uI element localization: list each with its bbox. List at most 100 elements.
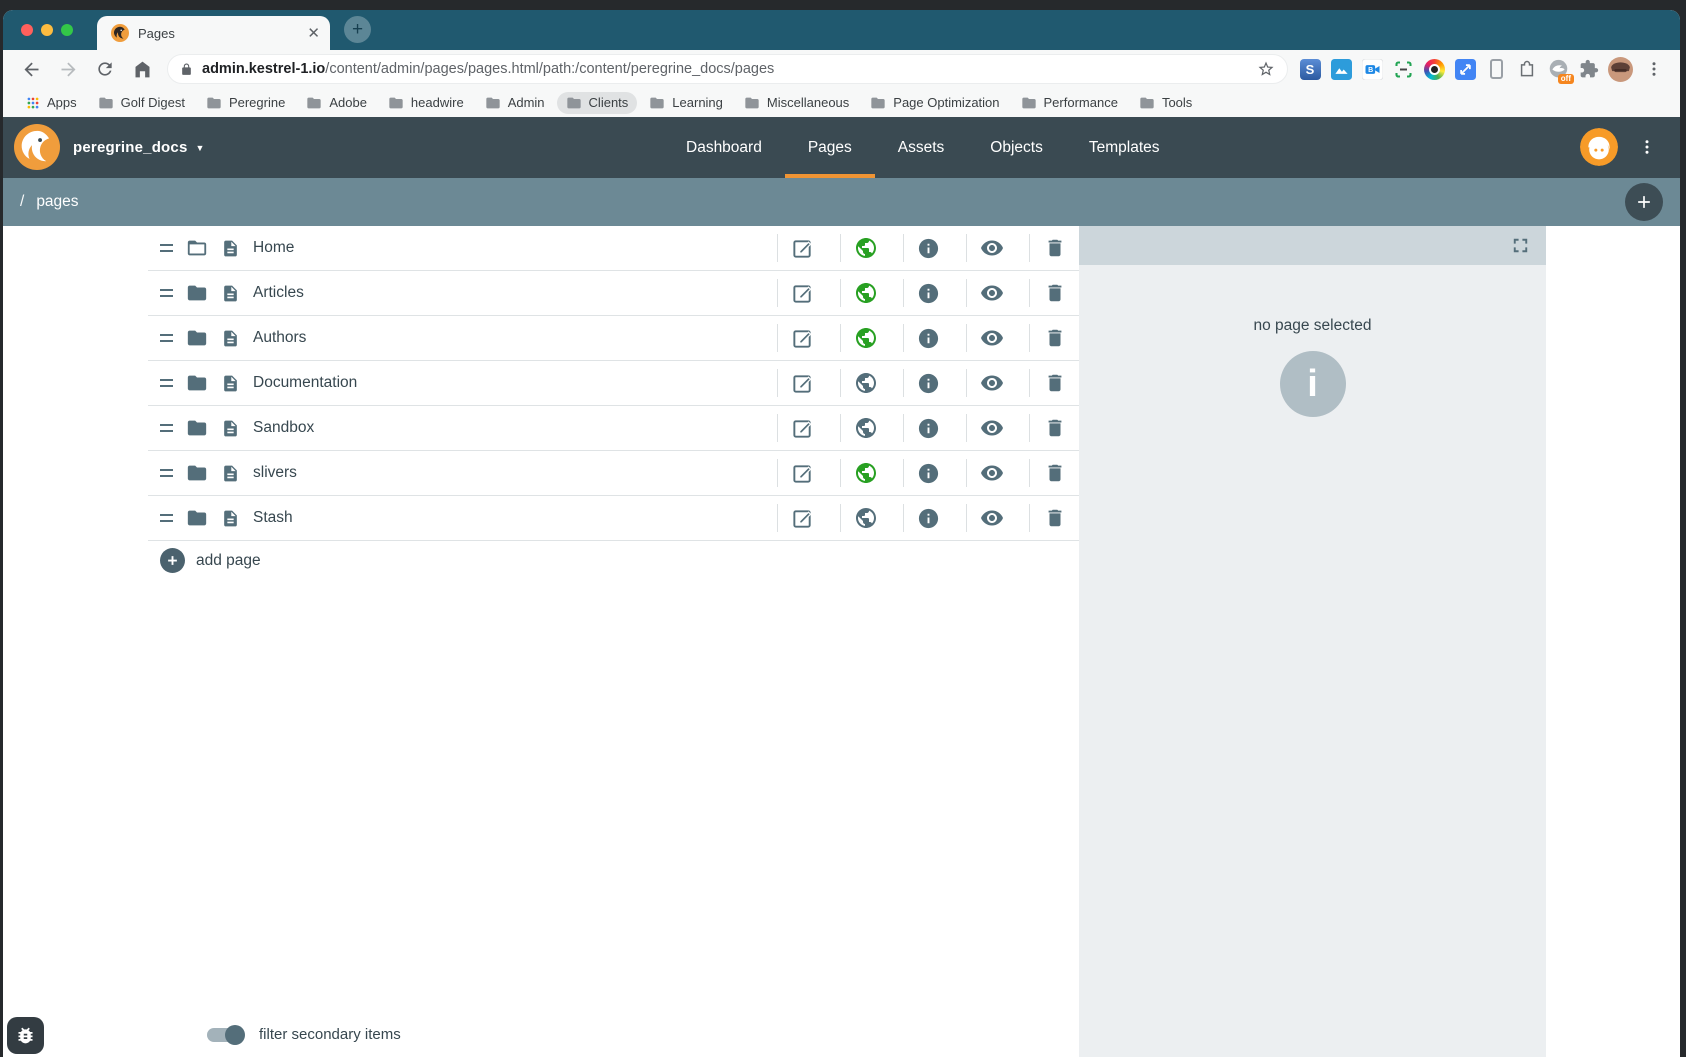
publish-button[interactable] — [840, 369, 890, 397]
reload-button[interactable] — [89, 53, 121, 85]
drag-handle-icon[interactable] — [160, 469, 173, 477]
bookmark-folder[interactable]: Performance — [1012, 92, 1127, 114]
bookmark-folder[interactable]: Miscellaneous — [735, 92, 858, 114]
publish-button[interactable] — [840, 234, 890, 262]
preview-button[interactable] — [966, 414, 1016, 442]
home-button[interactable] — [126, 53, 158, 85]
minimize-window-button[interactable] — [41, 24, 53, 36]
delete-button[interactable] — [1029, 324, 1079, 352]
nav-item-objects[interactable]: Objects — [967, 117, 1066, 178]
edit-button[interactable] — [777, 324, 827, 352]
nav-item-assets[interactable]: Assets — [875, 117, 968, 178]
bookmark-folder[interactable]: Golf Digest — [89, 92, 194, 114]
info-button[interactable] — [903, 279, 953, 307]
delete-button[interactable] — [1029, 414, 1079, 442]
drag-handle-icon[interactable] — [160, 244, 173, 252]
extension-lens-icon[interactable] — [1421, 56, 1447, 82]
info-button[interactable] — [903, 504, 953, 532]
address-bar[interactable]: admin.kestrel-1.io/content/admin/pages/p… — [167, 54, 1288, 84]
tab-close-icon[interactable]: ✕ — [307, 26, 320, 41]
preview-button[interactable] — [966, 459, 1016, 487]
drag-handle-icon[interactable] — [160, 289, 173, 297]
bookmark-folder[interactable]: Peregrine — [197, 92, 294, 114]
delete-button[interactable] — [1029, 234, 1079, 262]
fullscreen-icon[interactable] — [1509, 234, 1532, 257]
publish-button[interactable] — [840, 504, 890, 532]
zoom-window-button[interactable] — [61, 24, 73, 36]
bookmark-folder[interactable]: Tools — [1130, 92, 1201, 114]
preview-button[interactable] — [966, 504, 1016, 532]
app-menu-icon[interactable] — [1634, 134, 1660, 160]
browser-tab[interactable]: Pages ✕ — [97, 16, 330, 50]
peregrine-logo[interactable] — [14, 124, 60, 170]
page-row[interactable]: Home — [148, 226, 1079, 271]
info-button[interactable] — [903, 459, 953, 487]
preview-button[interactable] — [966, 324, 1016, 352]
close-window-button[interactable] — [21, 24, 33, 36]
add-page-button[interactable]: add page — [160, 548, 261, 573]
edit-button[interactable] — [777, 279, 827, 307]
page-row[interactable]: slivers — [148, 451, 1079, 496]
bookmark-apps[interactable]: Apps — [17, 92, 86, 113]
edit-button[interactable] — [777, 504, 827, 532]
new-tab-button[interactable]: + — [344, 16, 371, 43]
forward-button[interactable] — [52, 53, 84, 85]
preview-button[interactable] — [966, 279, 1016, 307]
bookmark-folder[interactable]: Page Optimization — [861, 92, 1008, 114]
bookmark-folder[interactable]: Adobe — [297, 92, 376, 114]
extension-resize-icon[interactable] — [1452, 56, 1478, 82]
bookmark-folder[interactable]: headwire — [379, 92, 473, 114]
extensions-puzzle-icon[interactable] — [1576, 56, 1602, 82]
create-page-fab[interactable] — [1625, 183, 1663, 221]
browser-menu-icon[interactable] — [1638, 53, 1670, 85]
extension-meet-icon[interactable]: B — [1359, 56, 1385, 82]
bookmark-folder[interactable]: Clients — [557, 92, 638, 114]
delete-button[interactable] — [1029, 279, 1079, 307]
extension-s-icon[interactable]: S — [1297, 56, 1323, 82]
page-row[interactable]: Articles — [148, 271, 1079, 316]
page-row[interactable]: Sandbox — [148, 406, 1079, 451]
drag-handle-icon[interactable] — [160, 514, 173, 522]
drag-handle-icon[interactable] — [160, 424, 173, 432]
publish-button[interactable] — [840, 279, 890, 307]
drag-handle-icon[interactable] — [160, 334, 173, 342]
delete-button[interactable] — [1029, 459, 1079, 487]
nav-item-dashboard[interactable]: Dashboard — [663, 117, 785, 178]
publish-button[interactable] — [840, 459, 890, 487]
nav-item-templates[interactable]: Templates — [1066, 117, 1183, 178]
info-button[interactable] — [903, 234, 953, 262]
info-button[interactable] — [903, 414, 953, 442]
publish-button[interactable] — [840, 324, 890, 352]
delete-button[interactable] — [1029, 369, 1079, 397]
delete-button[interactable] — [1029, 504, 1079, 532]
extension-slides-icon[interactable] — [1328, 56, 1354, 82]
edit-button[interactable] — [777, 459, 827, 487]
info-button[interactable] — [903, 369, 953, 397]
extension-mobile-icon[interactable] — [1483, 56, 1509, 82]
breadcrumb-current[interactable]: pages — [36, 193, 78, 211]
breadcrumb-root[interactable]: / — [20, 193, 24, 211]
bookmark-star-icon[interactable] — [1257, 60, 1275, 78]
extension-screenshot-icon[interactable] — [1390, 56, 1416, 82]
debug-bug-button[interactable] — [7, 1017, 44, 1054]
user-avatar[interactable] — [1580, 128, 1618, 166]
edit-button[interactable] — [777, 234, 827, 262]
drag-handle-icon[interactable] — [160, 379, 173, 387]
nav-item-pages[interactable]: Pages — [785, 117, 875, 178]
extension-bag-icon[interactable] — [1514, 56, 1540, 82]
bookmark-folder[interactable]: Admin — [476, 92, 554, 114]
site-switcher[interactable]: peregrine_docs ▼ — [73, 117, 204, 178]
extension-bird-off-icon[interactable]: off — [1545, 56, 1571, 82]
preview-button[interactable] — [966, 369, 1016, 397]
preview-button[interactable] — [966, 234, 1016, 262]
edit-button[interactable] — [777, 414, 827, 442]
info-button[interactable] — [903, 324, 953, 352]
browser-profile-avatar[interactable] — [1607, 56, 1633, 82]
filter-secondary-toggle[interactable] — [207, 1028, 243, 1042]
back-button[interactable] — [15, 53, 47, 85]
page-row[interactable]: Stash — [148, 496, 1079, 541]
publish-button[interactable] — [840, 414, 890, 442]
page-row[interactable]: Documentation — [148, 361, 1079, 406]
page-row[interactable]: Authors — [148, 316, 1079, 361]
bookmark-folder[interactable]: Learning — [640, 92, 732, 114]
